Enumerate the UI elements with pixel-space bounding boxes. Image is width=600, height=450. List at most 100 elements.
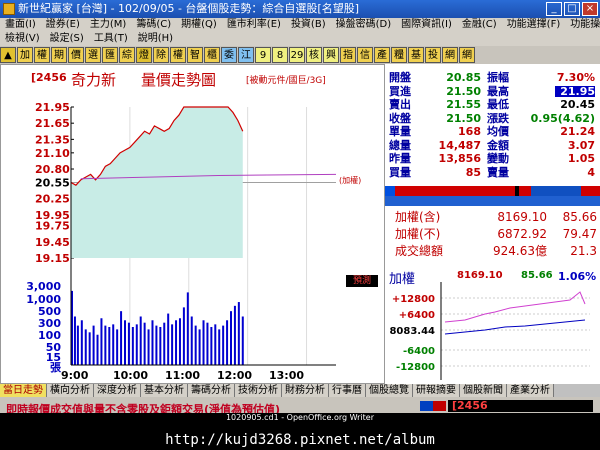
quote-label: 賣量: [487, 165, 509, 179]
toolbar-button[interactable]: 興: [323, 47, 339, 63]
menu-item[interactable]: 檢視(V): [0, 32, 45, 46]
quote-value: 20.45: [560, 98, 595, 111]
volume-bar: [84, 329, 87, 365]
volume-bar: [92, 325, 95, 365]
window-title: 新世紀贏家 [台灣] - 102/09/05 - 台盤個股走勢：綜合自選股[名望…: [18, 2, 359, 15]
menu-item[interactable]: 主力(M): [85, 18, 131, 32]
toolbar-button[interactable]: 櫃: [204, 47, 220, 63]
maximize-button[interactable]: □: [564, 2, 580, 16]
volume-bar: [155, 325, 158, 365]
menu-item[interactable]: 國際資訊(I): [396, 18, 457, 32]
menu-item[interactable]: 功能選擇(F): [502, 18, 566, 32]
toolbar-button[interactable]: 核: [306, 47, 322, 63]
tab-10[interactable]: 個股新聞: [460, 384, 507, 397]
toolbar-button[interactable]: 智: [187, 47, 203, 63]
menu-item[interactable]: 畫面(I): [0, 18, 41, 32]
index-change: 85.66: [562, 210, 597, 224]
toolbar-button[interactable]: 綜: [119, 47, 135, 63]
menu-item[interactable]: 證券(E): [41, 18, 85, 32]
minimize-button[interactable]: _: [546, 2, 562, 16]
toolbar-button[interactable]: 選: [85, 47, 101, 63]
tab-2[interactable]: 深度分析: [94, 384, 141, 397]
quote-value: 3.07: [567, 138, 595, 152]
toolbar-button[interactable]: 29: [289, 47, 305, 63]
quote-label: 開盤: [389, 71, 411, 84]
quote-label: 變動: [487, 152, 509, 165]
toolbar-button[interactable]: 糧: [391, 47, 407, 63]
close-button[interactable]: ×: [582, 2, 598, 16]
quote-panel: 開盤 20.85 振幅 7.30% 買進 21.50 最高 21.95 賣出 21.55 最低 20.…: [385, 64, 600, 384]
volume-bar: [135, 324, 138, 365]
tab-1[interactable]: 橫向分析: [47, 384, 94, 397]
toolbar-button[interactable]: 產: [374, 47, 390, 63]
index-value: 924.63億: [493, 244, 547, 258]
volume-bar: [73, 316, 76, 365]
volume-bar: [104, 325, 107, 365]
menu-item[interactable]: 金融(C): [457, 18, 502, 32]
window-title-bar: 新世紀贏家 [台灣] - 102/09/05 - 台盤個股走勢：綜合自選股[名望…: [0, 0, 600, 18]
volume-bar: [214, 324, 217, 365]
mini-chart-plot: +12800 +6400 8083.44 -6400 -12800: [389, 282, 590, 380]
toolbar-button[interactable]: 除: [153, 47, 169, 63]
tab-0[interactable]: 當日走勢: [0, 384, 47, 397]
toolbar-button[interactable]: 投: [425, 47, 441, 63]
index-label: 加權(不): [395, 227, 441, 241]
toolbar-button[interactable]: 網: [442, 47, 458, 63]
menu-item[interactable]: 投資(B): [286, 18, 331, 32]
tab-4[interactable]: 籌碼分析: [188, 384, 235, 397]
stock-code-input[interactable]: [2456: [448, 400, 593, 412]
price-tick-label: 21.10: [35, 147, 70, 160]
toolbar: ▲ 加權期價選匯綜燈除權智櫃委江 9 8 29 核興指信產糧基投網網: [0, 46, 600, 64]
toolbar-button[interactable]: 權: [170, 47, 186, 63]
index-value: 6872.92: [497, 227, 547, 241]
menu-item[interactable]: 匯市利率(E): [222, 18, 286, 32]
mini-y-tick-label: -12800: [396, 362, 435, 373]
toolbar-button[interactable]: 指: [340, 47, 356, 63]
menu-item[interactable]: 操盤密碼(D): [331, 18, 397, 32]
toolbar-button[interactable]: 9: [255, 47, 271, 63]
quote-label: 單量: [389, 125, 411, 138]
volume-bar: [202, 320, 205, 365]
toolbar-button[interactable]: 加: [17, 47, 33, 63]
quote-label: 振幅: [487, 71, 509, 84]
buy-sell-bar: [385, 186, 600, 196]
toolbar-button[interactable]: 燈: [136, 47, 152, 63]
toolbar-button[interactable]: 網: [459, 47, 475, 63]
tab-7[interactable]: 行事曆: [329, 384, 366, 397]
toolbar-button[interactable]: 權: [34, 47, 50, 63]
quote-label: 收盤: [389, 111, 411, 125]
price-area: [71, 107, 243, 258]
tab-11[interactable]: 產業分析: [507, 384, 554, 397]
toolbar-button[interactable]: 委: [221, 47, 237, 63]
toolbar-button[interactable]: 8: [272, 47, 288, 63]
menu-item[interactable]: 說明(H): [133, 32, 178, 46]
toolbar-button[interactable]: 匯: [102, 47, 118, 63]
quote-value: 85: [465, 165, 481, 179]
mini-y-tick-label: +12800: [392, 294, 435, 305]
menu-item[interactable]: 期權(Q): [176, 18, 222, 32]
tab-9[interactable]: 研報摘要: [413, 384, 460, 397]
tab-8[interactable]: 個股總覽: [366, 384, 413, 397]
price-volume-chart: 21.9521.6521.3521.1020.8020.5520.2519.95…: [26, 101, 337, 382]
quote-value: 20.85: [446, 71, 481, 84]
quote-label: 漲跌: [487, 111, 509, 125]
quote-value: 13,856: [438, 152, 481, 165]
volume-tick-label: 張: [50, 361, 62, 374]
toolbar-button[interactable]: 期: [51, 47, 67, 63]
toolbar-button[interactable]: ▲: [0, 47, 16, 63]
volume-bar: [143, 322, 146, 365]
tab-3[interactable]: 基本分析: [141, 384, 188, 397]
menu-item[interactable]: 工具(T): [89, 32, 133, 46]
quote-value: 21.55: [446, 98, 481, 111]
menu-item[interactable]: 功能操作(R): [565, 18, 600, 32]
tab-5[interactable]: 技術分析: [235, 384, 282, 397]
menu-item[interactable]: 籌碼(C): [131, 18, 176, 32]
volume-bar: [112, 324, 115, 365]
price-tick-label: 21.95: [35, 101, 70, 114]
toolbar-button[interactable]: 信: [357, 47, 373, 63]
toolbar-button[interactable]: 基: [408, 47, 424, 63]
toolbar-button[interactable]: 價: [68, 47, 84, 63]
toolbar-button[interactable]: 江: [238, 47, 254, 63]
tab-6[interactable]: 財務分析: [282, 384, 329, 397]
menu-item[interactable]: 設定(S): [45, 32, 89, 46]
